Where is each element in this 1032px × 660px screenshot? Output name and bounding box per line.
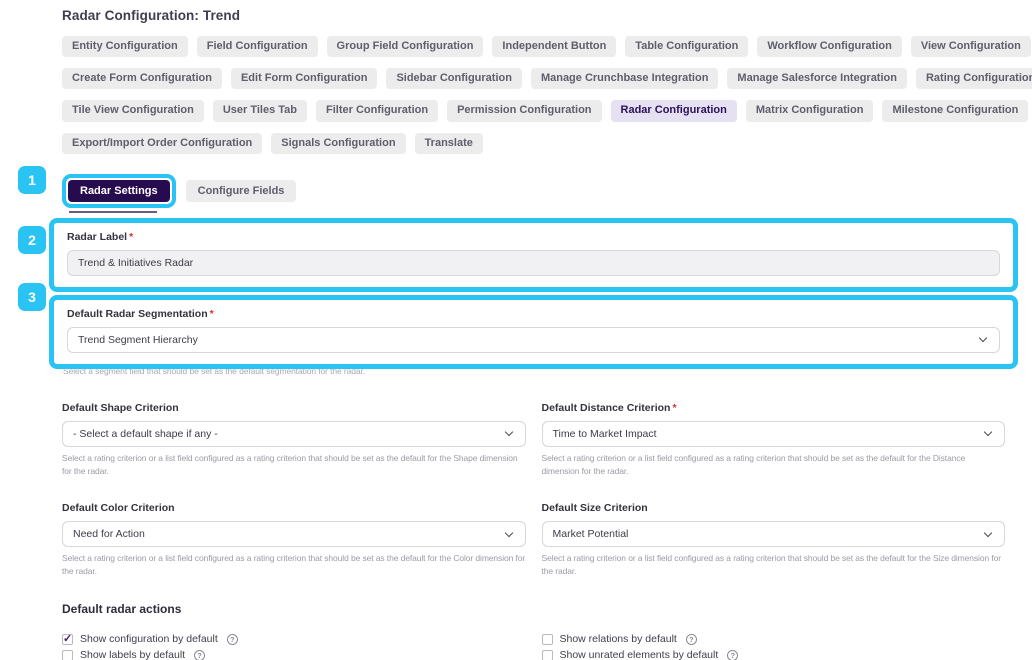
tab-independent-button[interactable]: Independent Button: [492, 36, 616, 57]
distance-criterion-label: Default Distance Criterion*: [542, 402, 1006, 414]
tab-workflow-configuration[interactable]: Workflow Configuration: [757, 36, 901, 57]
tab-milestone-configuration[interactable]: Milestone Configuration: [882, 100, 1028, 121]
color-criterion-select[interactable]: Need for Action: [62, 521, 526, 547]
tab-sidebar-configuration[interactable]: Sidebar Configuration: [386, 68, 522, 89]
segmentation-label-text: Default Radar Segmentation: [67, 308, 208, 320]
checkbox-label: Show configuration by default: [80, 633, 218, 645]
chevron-down-icon: [984, 528, 992, 536]
color-criterion-group: Default Color Criterion Need for Action …: [62, 502, 526, 578]
shape-helper-text: Select a rating criterion or a list fiel…: [62, 452, 526, 478]
tab-field-configuration[interactable]: Field Configuration: [197, 36, 318, 57]
annotation-highlight-radar-label: Radar Label*: [49, 218, 1018, 292]
tab-rating-configuration[interactable]: Rating Configuration: [916, 68, 1032, 89]
required-asterisk: *: [129, 231, 133, 243]
shape-criterion-group: Default Shape Criterion - Select a defau…: [62, 402, 526, 478]
checkbox-row-show-unrated-elements: Show unrated elements by default: [542, 649, 1006, 660]
radar-actions-checkboxes: Show configuration by default Show label…: [62, 633, 1005, 660]
checkbox-label: Show relations by default: [560, 633, 677, 645]
annotation-highlight-radar-settings: Radar Settings: [62, 174, 176, 208]
show-labels-checkbox[interactable]: [62, 650, 73, 660]
checkbox-row-show-labels: Show labels by default: [62, 649, 526, 660]
tab-edit-form-configuration[interactable]: Edit Form Configuration: [231, 68, 377, 89]
shape-criterion-label: Default Shape Criterion: [62, 402, 526, 414]
checkbox-label: Show labels by default: [80, 649, 185, 660]
tab-signals-configuration[interactable]: Signals Configuration: [271, 133, 405, 154]
distance-helper-text: Select a rating criterion or a list fiel…: [542, 452, 1006, 478]
show-configuration-checkbox[interactable]: [62, 634, 73, 645]
checkbox-label: Show unrated elements by default: [560, 649, 719, 660]
size-criterion-select[interactable]: Market Potential: [542, 521, 1006, 547]
tab-entity-configuration[interactable]: Entity Configuration: [62, 36, 188, 57]
tab-user-tiles-tab[interactable]: User Tiles Tab: [213, 100, 307, 121]
required-asterisk: *: [672, 402, 676, 414]
config-tab-row-4: Export/Import Order Configuration Signal…: [62, 133, 1005, 154]
size-criterion-label: Default Size Criterion: [542, 502, 1006, 514]
color-selected-value: Need for Action: [73, 528, 145, 540]
segmentation-label: Default Radar Segmentation*: [67, 308, 1000, 320]
annotation-step-3: 3: [18, 283, 46, 311]
annotation-step-1: 1: [18, 166, 46, 194]
page-title: Radar Configuration: Trend: [62, 8, 1005, 23]
radar-label-label: Radar Label*: [67, 231, 1000, 243]
required-asterisk: *: [210, 308, 214, 320]
tab-view-configuration[interactable]: View Configuration: [911, 36, 1031, 57]
subtab-configure-fields[interactable]: Configure Fields: [186, 180, 297, 202]
chevron-down-icon: [504, 428, 512, 436]
config-tab-row-2: Create Form Configuration Edit Form Conf…: [62, 68, 1005, 89]
tab-filter-configuration[interactable]: Filter Configuration: [316, 100, 438, 121]
show-unrated-elements-checkbox[interactable]: [542, 650, 553, 660]
segmentation-selected-value: Trend Segment Hierarchy: [78, 334, 198, 346]
annotation-step-2: 2: [18, 226, 46, 254]
tab-permission-configuration[interactable]: Permission Configuration: [447, 100, 601, 121]
tab-radar-configuration-active[interactable]: Radar Configuration: [611, 100, 737, 121]
distance-criterion-select[interactable]: Time to Market Impact: [542, 421, 1006, 447]
tab-matrix-configuration[interactable]: Matrix Configuration: [746, 100, 874, 121]
config-tab-row-3: Tile View Configuration User Tiles Tab F…: [62, 100, 1005, 121]
tab-translate[interactable]: Translate: [415, 133, 483, 154]
radar-subtabs-block: Radar Settings Configure Fields: [62, 174, 1005, 213]
help-icon[interactable]: [686, 634, 697, 645]
criteria-grid: Default Shape Criterion - Select a defau…: [62, 402, 1005, 579]
tab-manage-crunchbase-integration[interactable]: Manage Crunchbase Integration: [531, 68, 718, 89]
size-selected-value: Market Potential: [553, 528, 629, 540]
chevron-down-icon: [504, 528, 512, 536]
radar-label-text: Radar Label: [67, 231, 127, 243]
help-icon[interactable]: [727, 650, 738, 660]
distance-criterion-group: Default Distance Criterion* Time to Mark…: [542, 402, 1006, 478]
checkbox-row-show-configuration: Show configuration by default: [62, 633, 526, 645]
tab-group-field-configuration[interactable]: Group Field Configuration: [327, 36, 484, 57]
help-icon[interactable]: [194, 650, 205, 660]
chevron-down-icon: [984, 428, 992, 436]
shape-selected-value: - Select a default shape if any -: [73, 428, 218, 440]
default-radar-actions-heading: Default radar actions: [62, 602, 1005, 616]
color-criterion-label: Default Color Criterion: [62, 502, 526, 514]
distance-selected-value: Time to Market Impact: [553, 428, 657, 440]
show-relations-checkbox[interactable]: [542, 634, 553, 645]
annotation-highlight-segmentation: Default Radar Segmentation* Trend Segmen…: [49, 295, 1018, 369]
checkbox-row-show-relations: Show relations by default: [542, 633, 1006, 645]
active-subtab-underline: [69, 211, 157, 213]
tab-tile-view-configuration[interactable]: Tile View Configuration: [62, 100, 204, 121]
tab-create-form-configuration[interactable]: Create Form Configuration: [62, 68, 222, 89]
checkbox-column-left: Show configuration by default Show label…: [62, 633, 526, 660]
size-criterion-group: Default Size Criterion Market Potential …: [542, 502, 1006, 578]
color-helper-text: Select a rating criterion or a list fiel…: [62, 552, 526, 578]
segmentation-select[interactable]: Trend Segment Hierarchy: [67, 327, 1000, 353]
help-icon[interactable]: [227, 634, 238, 645]
size-helper-text: Select a rating criterion or a list fiel…: [542, 552, 1006, 578]
shape-criterion-select[interactable]: - Select a default shape if any -: [62, 421, 526, 447]
config-tab-row-1: Entity Configuration Field Configuration…: [62, 36, 1005, 57]
checkbox-column-right: Show relations by default Show unrated e…: [542, 633, 1006, 660]
tab-manage-salesforce-integration[interactable]: Manage Salesforce Integration: [727, 68, 907, 89]
radar-label-input[interactable]: [67, 250, 1000, 276]
distance-label-text: Default Distance Criterion: [542, 402, 671, 414]
chevron-down-icon: [979, 334, 987, 342]
subtab-radar-settings[interactable]: Radar Settings: [68, 180, 170, 202]
tab-table-configuration[interactable]: Table Configuration: [625, 36, 748, 57]
tab-export-import-order-configuration[interactable]: Export/Import Order Configuration: [62, 133, 262, 154]
main-content: Radar Configuration: Trend Entity Config…: [0, 0, 1032, 660]
